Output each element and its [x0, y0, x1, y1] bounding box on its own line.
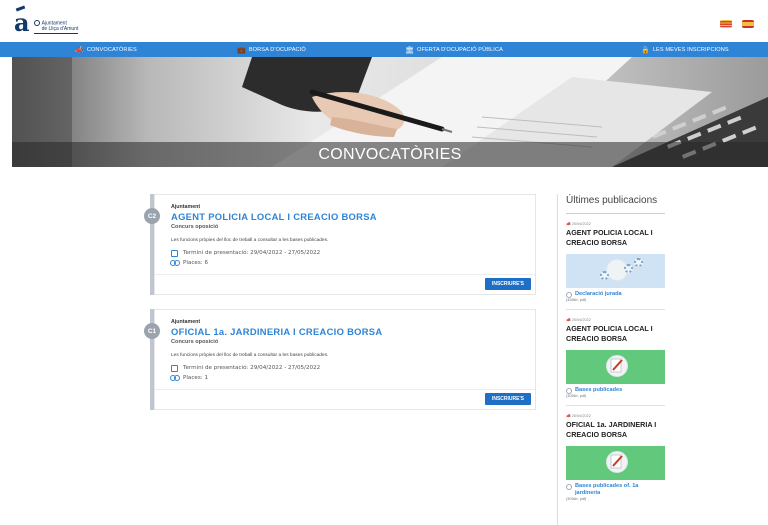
publication-file-link[interactable]: Declaració jurada [566, 291, 665, 298]
calendar-icon [171, 250, 178, 257]
catalan-flag-icon[interactable] [720, 20, 732, 28]
publication-thumbnail [566, 254, 665, 288]
main-nav: 📣 CONVOCATÒRIES 💼 BORSA D'OCUPACIÓ 🏛 OFE… [0, 42, 768, 57]
publication-title[interactable]: OFICIAL 1a. JARDINERIA I CREACIO BORSA [566, 420, 665, 439]
card-body: Ajuntament AGENT POLICIA LOCAL I CREACIO… [154, 194, 536, 295]
publication-date: 📣 26/04/2022 [566, 222, 591, 226]
latest-publications: Últimes publicacions 📣 26/04/2022 AGENT … [557, 194, 665, 525]
card-period: Termini de presentació: 29/04/2022 - 27/… [171, 249, 535, 258]
publication-item: 📣 26/04/2022 AGENT POLICIA LOCAL I CREAC… [566, 310, 665, 406]
convocatories-list: C2 Ajuntament AGENT POLICIA LOCAL I CREA… [144, 194, 536, 424]
nav-item-label: CONVOCATÒRIES [86, 46, 137, 53]
hero-title-band: CONVOCATÒRIES [12, 142, 768, 167]
card-badge: C1 [144, 323, 160, 339]
download-icon [566, 387, 572, 394]
people-icon [170, 260, 180, 267]
nav-item-oferta[interactable]: 🏛 OFERTA D'OCUPACIÓ PÚBLICA [405, 42, 503, 57]
card-description: Les funcions pròpies del lloc de treball… [171, 353, 329, 358]
page-title: CONVOCATÒRIES [318, 145, 462, 163]
nav-item-label: LES MEVES INSCRIPCIONS [652, 46, 729, 53]
period-label: Termini de presentació: [183, 365, 249, 371]
card-description: Les funcions pròpies del lloc de treball… [171, 238, 329, 243]
places-value: 1 [204, 375, 209, 381]
megaphone-icon: 📣 [75, 46, 84, 54]
site-logo[interactable]: a Ajuntament de Lliça d'Amunt [14, 8, 79, 37]
convocatoria-card: C1 Ajuntament OFICIAL 1a. JARDINERIA I C… [144, 309, 536, 410]
card-type: Concurs oposició [171, 224, 219, 230]
period-label: Termini de presentació: [183, 250, 249, 256]
period-value: 29/04/2022 - 27/05/2022 [250, 365, 321, 371]
pen-paper-icon [610, 454, 623, 469]
nav-item-borsa[interactable]: 💼 BORSA D'OCUPACIÓ [237, 42, 306, 57]
site-header: a Ajuntament de Lliça d'Amunt [0, 0, 768, 42]
file-size: (458kb. pdf) [566, 298, 587, 302]
card-places: Places: 6 [170, 259, 535, 268]
places-value: 6 [204, 260, 209, 266]
people-icon [170, 375, 180, 382]
card-badge: C2 [144, 208, 160, 224]
places-label: Places: [183, 375, 203, 381]
sidebar-title: Últimes publicacions [566, 194, 665, 214]
publication-item: 📣 26/04/2022 AGENT POLICIA LOCAL I CREAC… [566, 214, 665, 310]
publication-date: 📣 26/04/2022 [566, 414, 591, 418]
card-footer: INSCRIURE'S [155, 274, 535, 294]
nav-item-label: OFERTA D'OCUPACIÓ PÚBLICA [417, 46, 503, 53]
file-label: Bases publicades of. 1a jardineria [575, 483, 639, 496]
gear-icon [600, 271, 609, 280]
places-label: Places: [183, 260, 203, 266]
logo-line2: de Lliça d'Amunt [41, 26, 79, 32]
nav-item-convocatories[interactable]: 📣 CONVOCATÒRIES [75, 42, 137, 57]
card-kicker: Ajuntament [171, 319, 201, 325]
nav-item-label: BORSA D'OCUPACIÓ [248, 46, 306, 53]
crest-icon [33, 19, 40, 26]
briefcase-icon: 💼 [237, 46, 246, 54]
inscriure-button[interactable]: INSCRIURE'S [484, 393, 531, 405]
publication-date-value: 26/04/2022 [571, 222, 591, 226]
period-value: 29/04/2022 - 27/05/2022 [250, 250, 321, 256]
download-icon [566, 291, 572, 298]
card-type: Concurs oposició [171, 339, 219, 345]
convocatoria-card: C2 Ajuntament AGENT POLICIA LOCAL I CREA… [144, 194, 536, 295]
publication-date-value: 26/04/2022 [571, 414, 591, 418]
card-period: Termini de presentació: 29/04/2022 - 27/… [171, 364, 535, 373]
lock-icon: 🔒 [641, 46, 650, 54]
logo-mark: a [14, 8, 30, 37]
file-label: Bases publicades [575, 387, 623, 393]
file-size: (305kb. pdf) [566, 394, 587, 398]
card-kicker: Ajuntament [171, 204, 201, 210]
publication-file-link[interactable]: Bases publicades [566, 387, 665, 394]
publication-date: 📣 26/04/2022 [566, 318, 591, 322]
download-icon [566, 483, 572, 490]
bank-icon: 🏛 [405, 46, 414, 54]
publication-title[interactable]: AGENT POLICIA LOCAL I CREACIO BORSA [566, 228, 665, 247]
gear-icon [624, 264, 633, 273]
spanish-flag-icon[interactable] [742, 20, 754, 28]
language-selector [720, 20, 754, 28]
calendar-icon [171, 365, 178, 372]
gear-icon [634, 258, 643, 267]
publication-item: 📣 26/04/2022 OFICIAL 1a. JARDINERIA I CR… [566, 406, 665, 508]
hero-banner: CONVOCATÒRIES [12, 57, 768, 167]
publication-thumbnail [566, 446, 665, 480]
publication-date-value: 26/04/2022 [571, 318, 591, 322]
file-label: Declaració jurada [575, 291, 622, 297]
inscriure-button[interactable]: INSCRIURE'S [484, 278, 531, 290]
card-places: Places: 1 [170, 374, 535, 383]
card-body: Ajuntament OFICIAL 1a. JARDINERIA I CREA… [154, 309, 536, 410]
nav-item-inscripcions[interactable]: 🔒 LES MEVES INSCRIPCIONS [641, 42, 729, 57]
publication-title[interactable]: AGENT POLICIA LOCAL I CREACIO BORSA [566, 324, 665, 343]
logo-text: Ajuntament de Lliça d'Amunt [33, 19, 79, 34]
card-footer: INSCRIURE'S [155, 389, 535, 409]
pen-paper-icon [610, 358, 623, 373]
publication-file-link[interactable]: Bases publicades of. 1a jardineria [566, 483, 665, 497]
file-size: (305kb. pdf) [566, 497, 587, 501]
card-title[interactable]: OFICIAL 1a. JARDINERIA I CREACIO BORSA [171, 326, 535, 337]
publication-thumbnail [566, 350, 665, 384]
card-title[interactable]: AGENT POLICIA LOCAL I CREACIO BORSA [171, 211, 535, 222]
